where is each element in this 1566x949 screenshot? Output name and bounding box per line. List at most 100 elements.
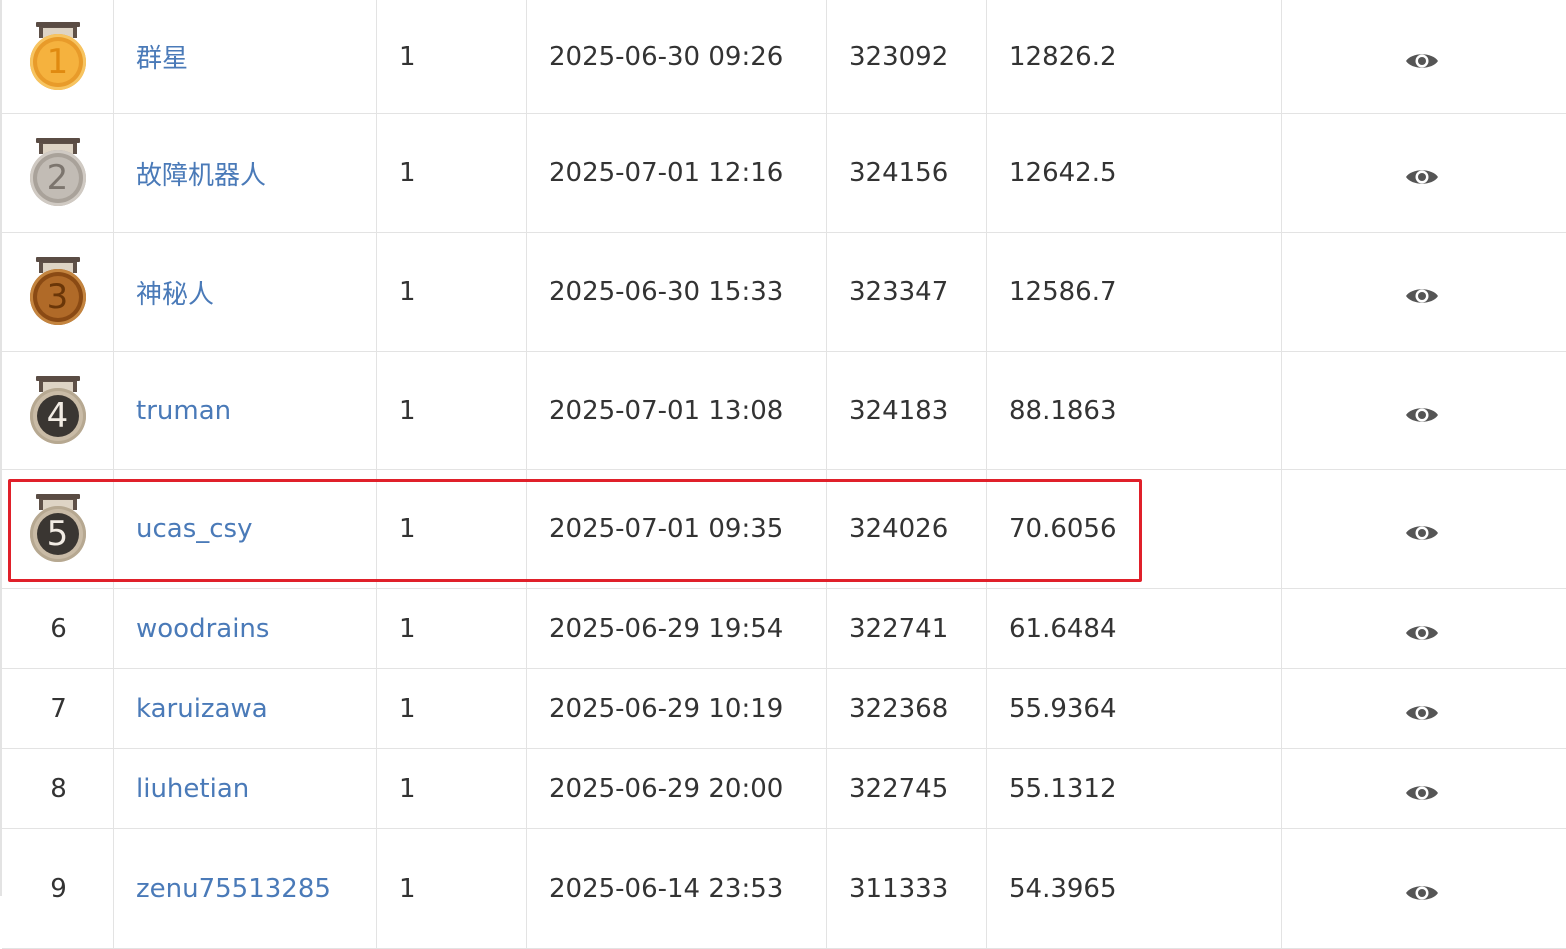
medal-rank-number: 1: [46, 41, 69, 82]
rank-number: 7: [50, 693, 67, 724]
eye-icon[interactable]: [1405, 49, 1439, 71]
medal-rank-number: 3: [46, 277, 69, 317]
rank-cell: 2: [2, 114, 114, 232]
user-name-link[interactable]: liuhetian: [136, 774, 249, 804]
view-cell: [1282, 669, 1566, 748]
submission-id-cell: 311333: [827, 829, 987, 948]
user-name-link[interactable]: 故障机器人: [136, 155, 266, 192]
submission-time: 2025-06-30 15:33: [549, 277, 784, 307]
silver-medal-icon: 2: [29, 138, 86, 206]
name-cell: zenu75513285: [114, 829, 377, 948]
submission-count-cell: 1: [377, 589, 527, 668]
submission-count: 1: [399, 873, 416, 904]
name-cell: karuizawa: [114, 669, 377, 748]
user-name-link[interactable]: woodrains: [136, 614, 269, 644]
score-value-cell: 12586.7: [987, 233, 1282, 351]
user-name-link[interactable]: ucas_csy: [136, 514, 252, 544]
score-value: 12826.2: [1009, 41, 1117, 72]
view-cell: [1282, 352, 1566, 469]
submission-time: 2025-06-29 20:00: [549, 773, 784, 804]
submission-id: 322745: [849, 773, 949, 804]
eye-icon[interactable]: [1405, 701, 1439, 723]
score-value-cell: 61.6484: [987, 589, 1282, 668]
submission-count-cell: 1: [377, 749, 527, 828]
rank-cell: 3: [2, 233, 114, 351]
table-row: 3 神秘人 1 2025-06-30 15:33 323347 12586.7: [2, 233, 1566, 352]
submission-time-cell: 2025-07-01 13:08: [527, 352, 827, 469]
eye-icon[interactable]: [1405, 781, 1439, 803]
submission-time: 2025-07-01 12:16: [549, 158, 784, 188]
submission-time-cell: 2025-06-30 09:26: [527, 0, 827, 113]
user-name-link[interactable]: 群星: [136, 38, 188, 75]
submission-id-cell: 322368: [827, 669, 987, 748]
medal-rank-number: 2: [46, 158, 69, 198]
user-name-link[interactable]: 神秘人: [136, 274, 214, 311]
user-name-link[interactable]: zenu75513285: [136, 874, 331, 904]
submission-count: 1: [399, 277, 416, 307]
score-value: 55.1312: [1009, 773, 1117, 804]
score-value: 70.6056: [1009, 514, 1117, 544]
rank-cell: 7: [2, 669, 114, 748]
view-cell: [1282, 114, 1566, 232]
score-value: 61.6484: [1009, 613, 1117, 644]
submission-count-cell: 1: [377, 233, 527, 351]
view-cell: [1282, 589, 1566, 668]
table-row: 4 truman 1 2025-07-01 13:08 324183 88.1863: [2, 352, 1566, 470]
submission-count: 1: [399, 41, 416, 72]
view-cell: [1282, 233, 1566, 351]
table-row: 1 群星 1 2025-06-30 09:26 323092 12826.2: [2, 0, 1566, 114]
dark-medal-icon: 4: [29, 375, 86, 444]
eye-icon[interactable]: [1405, 621, 1439, 643]
rank-cell: 9: [2, 829, 114, 948]
submission-id-cell: 323092: [827, 0, 987, 113]
submission-count: 1: [399, 395, 416, 426]
user-name-link[interactable]: truman: [136, 396, 231, 426]
gold-medal-icon: 1: [29, 21, 86, 90]
submission-count-cell: 1: [377, 0, 527, 113]
submission-id: 324183: [849, 395, 949, 426]
submission-count-cell: 1: [377, 829, 527, 948]
submission-id: 322741: [849, 613, 949, 644]
submission-time-cell: 2025-06-29 19:54: [527, 589, 827, 668]
submission-count-cell: 1: [377, 669, 527, 748]
submission-time: 2025-06-29 10:19: [549, 693, 784, 724]
submission-id: 324156: [849, 158, 949, 188]
score-value: 54.3965: [1009, 873, 1117, 904]
table-row: 6 woodrains 1 2025-06-29 19:54 322741 61.6484: [2, 589, 1566, 669]
rank-cell: 4: [2, 352, 114, 469]
submission-count-cell: 1: [377, 470, 527, 588]
table-row: 2 故障机器人 1 2025-07-01 12:16 324156 12642.5: [2, 114, 1566, 233]
eye-icon[interactable]: [1405, 403, 1439, 425]
submission-id: 311333: [849, 873, 949, 904]
name-cell: 群星: [114, 0, 377, 113]
submission-id-cell: 322741: [827, 589, 987, 668]
score-value-cell: 55.1312: [987, 749, 1282, 828]
score-value-cell: 12826.2: [987, 0, 1282, 113]
eye-icon[interactable]: [1405, 881, 1439, 903]
submission-time: 2025-06-29 19:54: [549, 613, 784, 644]
submission-id: 323347: [849, 277, 949, 307]
eye-icon[interactable]: [1405, 521, 1439, 543]
submission-count: 1: [399, 514, 416, 544]
submission-id-cell: 324156: [827, 114, 987, 232]
submission-time-cell: 2025-06-30 15:33: [527, 233, 827, 351]
table-row: 5 ucas_csy 1 2025-07-01 09:35 324026 70.6056: [2, 470, 1566, 589]
rank-number: 8: [50, 773, 67, 804]
score-value: 12586.7: [1009, 277, 1117, 307]
submission-time: 2025-07-01 09:35: [549, 514, 784, 544]
name-cell: truman: [114, 352, 377, 469]
submission-time: 2025-06-30 09:26: [549, 41, 784, 72]
view-cell: [1282, 470, 1566, 588]
eye-icon[interactable]: [1405, 165, 1439, 187]
submission-count: 1: [399, 773, 416, 804]
view-cell: [1282, 829, 1566, 948]
name-cell: ucas_csy: [114, 470, 377, 588]
submission-id: 322368: [849, 693, 949, 724]
rank-number: 9: [50, 873, 67, 904]
rank-cell: 8: [2, 749, 114, 828]
user-name-link[interactable]: karuizawa: [136, 694, 268, 724]
score-value-cell: 88.1863: [987, 352, 1282, 469]
eye-icon[interactable]: [1405, 284, 1439, 306]
rank-cell: 1: [2, 0, 114, 113]
leaderboard-table: 1 群星 1 2025-06-30 09:26 323092 12826.2 2 故障机…: [0, 0, 1566, 949]
